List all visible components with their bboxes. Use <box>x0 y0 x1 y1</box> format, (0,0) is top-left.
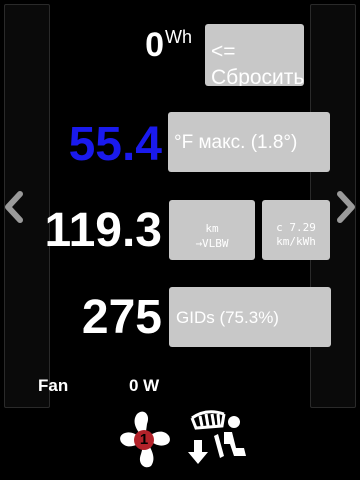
temperature-max-button[interactable]: °F макс. (1.8°) <box>168 112 330 172</box>
fan-label: Fan <box>38 376 69 395</box>
efficiency-value: c 7.29 <box>276 221 316 234</box>
gids-button[interactable]: GIDs (75.3%) <box>169 287 331 347</box>
efficiency-unit: km/kWh <box>276 235 316 249</box>
temperature-value: 55.4 <box>68 118 162 171</box>
fan-speed-badge: 1 <box>134 430 154 450</box>
reset-button[interactable]: <= Сбросить <box>205 24 304 86</box>
energy-unit: Wh <box>165 27 192 47</box>
chevron-right-icon[interactable] <box>334 190 358 224</box>
energy-value: 0 <box>145 26 164 64</box>
fan-power-value: 0 W <box>129 376 160 395</box>
range-value: 119.3 <box>44 204 162 257</box>
efficiency-button[interactable]: c 7.29 km/kWh <box>262 200 330 260</box>
range-unit-button[interactable]: km →VLBW <box>169 200 255 260</box>
defrost-vent-mode-icon[interactable] <box>184 404 250 470</box>
range-mode-label: →VLBW <box>195 237 229 251</box>
gids-value: 275 <box>81 291 162 344</box>
chevron-left-icon[interactable] <box>2 190 26 224</box>
range-unit-label: km <box>205 222 219 235</box>
